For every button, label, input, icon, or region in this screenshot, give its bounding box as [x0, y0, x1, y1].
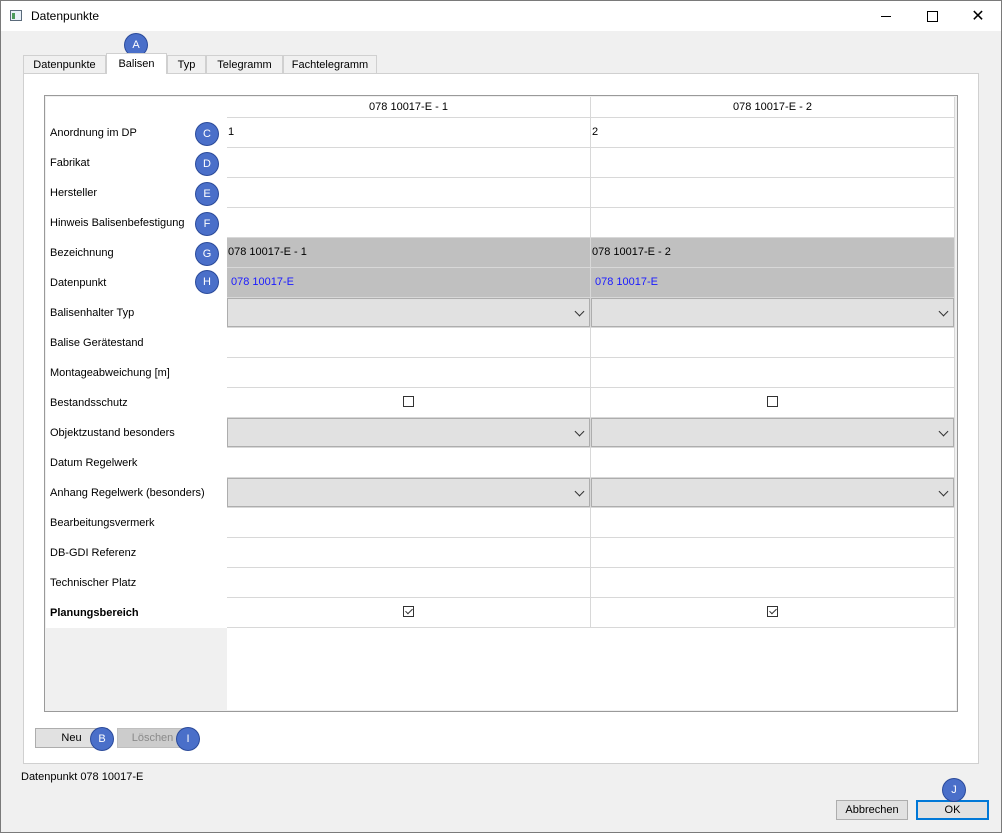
column-header[interactable]: 078 10017-E - 2: [591, 97, 955, 118]
maximize-button[interactable]: [909, 1, 955, 31]
annotation-badge-j: J: [943, 779, 965, 801]
title-bar: Datenpunkte ✕: [1, 1, 1001, 31]
row-header: Balise Gerätestand: [46, 328, 227, 358]
row-header: Bestandsschutz: [46, 388, 227, 418]
checkbox-cell[interactable]: [591, 598, 955, 628]
row-header: Bearbeitungsvermerk: [46, 508, 227, 538]
combo-cell[interactable]: [591, 298, 955, 328]
row-header-filler: [46, 628, 227, 710]
row-header: Planungsbereich: [46, 598, 227, 628]
checkbox-cell[interactable]: [591, 388, 955, 418]
tab-datenpunkte[interactable]: Datenpunkte: [23, 55, 106, 73]
combo-box[interactable]: [591, 418, 954, 447]
combo-box[interactable]: [591, 478, 954, 507]
grid-cell[interactable]: [591, 448, 955, 478]
combo-cell[interactable]: [591, 418, 955, 448]
maximize-icon: [926, 10, 938, 22]
grid-cell[interactable]: 2: [591, 118, 955, 148]
chevron-down-icon: [938, 306, 949, 317]
annotation-badge-b: B: [91, 728, 113, 750]
chevron-down-icon: [574, 426, 585, 437]
tab-typ[interactable]: Typ: [167, 55, 206, 73]
tab-telegramm[interactable]: Telegramm: [206, 55, 283, 73]
combo-cell[interactable]: [227, 418, 591, 448]
row-header: Objektzustand besonders: [46, 418, 227, 448]
annotation-badge-h: H: [196, 271, 218, 293]
close-icon: ✕: [971, 8, 985, 25]
checkbox-checked[interactable]: [402, 606, 414, 617]
grid-cell[interactable]: 1: [227, 118, 591, 148]
grid-cell[interactable]: [591, 568, 955, 598]
grid-corner: [46, 97, 228, 119]
status-text: Datenpunkt 078 10017-E: [21, 771, 144, 783]
row-header: Datum Regelwerk: [46, 448, 227, 478]
tab-fachtelegramm[interactable]: Fachtelegramm: [283, 55, 377, 73]
row-header: Technischer Platz: [46, 568, 227, 598]
combo-box[interactable]: [591, 298, 954, 327]
grid-cell[interactable]: [227, 538, 591, 568]
checkbox-unchecked[interactable]: [766, 396, 778, 407]
row-header: Balisenhalter Typ: [46, 298, 227, 328]
grid-cell[interactable]: [227, 358, 591, 388]
grid-cell[interactable]: [591, 328, 955, 358]
annotation-badge-d: D: [196, 153, 218, 175]
grid-cell[interactable]: [227, 178, 591, 208]
chevron-down-icon: [574, 486, 585, 497]
app-icon: [10, 10, 22, 21]
annotation-badge-e: E: [196, 183, 218, 205]
annotation-badge-c: C: [196, 123, 218, 145]
checkbox-unchecked[interactable]: [402, 396, 414, 407]
grid-cell[interactable]: [591, 148, 955, 178]
grid-cell[interactable]: 078 10017-E - 2: [591, 238, 955, 268]
grid-cell[interactable]: [227, 568, 591, 598]
window-title: Datenpunkte: [31, 9, 100, 23]
close-button[interactable]: ✕: [955, 1, 1001, 31]
row-header: Montageabweichung [m]: [46, 358, 227, 388]
balisen-grid: 078 10017-E - 1 078 10017-E - 2 Anordnun…: [44, 95, 958, 712]
grid-cell[interactable]: [227, 508, 591, 538]
combo-cell[interactable]: [227, 298, 591, 328]
grid-cell[interactable]: [591, 538, 955, 568]
grid-cell[interactable]: [591, 178, 955, 208]
row-header: Anhang Regelwerk (besonders): [46, 478, 227, 508]
grid-cell[interactable]: [591, 208, 955, 238]
minimize-button[interactable]: [863, 1, 909, 31]
grid-cell[interactable]: [227, 148, 591, 178]
combo-box[interactable]: [227, 418, 590, 447]
annotation-badge-i: I: [177, 728, 199, 750]
combo-cell[interactable]: [591, 478, 955, 508]
combo-box[interactable]: [227, 478, 590, 507]
dialog-window: Datenpunkte ✕ Datenpunkte Balisen Typ Te…: [0, 0, 1002, 833]
chevron-down-icon: [574, 306, 585, 317]
annotation-badge-f: F: [196, 213, 218, 235]
abbrechen-button[interactable]: Abbrechen: [836, 800, 908, 820]
column-header[interactable]: 078 10017-E - 1: [227, 97, 591, 118]
row-header: DB-GDI Referenz: [46, 538, 227, 568]
minimize-icon: [881, 15, 891, 17]
checkbox-cell[interactable]: [227, 388, 591, 418]
combo-cell[interactable]: [227, 478, 591, 508]
ok-button[interactable]: OK: [916, 800, 989, 820]
grid-empty-area: [227, 628, 956, 710]
grid-cell[interactable]: [227, 328, 591, 358]
chevron-down-icon: [938, 426, 949, 437]
checkbox-checked[interactable]: [766, 606, 778, 617]
datenpunkt-link[interactable]: 078 10017-E: [591, 268, 955, 298]
combo-box[interactable]: [227, 298, 590, 327]
grid-cell[interactable]: [591, 358, 955, 388]
tab-balisen[interactable]: Balisen: [106, 53, 167, 74]
annotation-badge-g: G: [196, 243, 218, 265]
datenpunkt-link[interactable]: 078 10017-E: [227, 268, 591, 298]
chevron-down-icon: [938, 486, 949, 497]
grid-cell[interactable]: [591, 508, 955, 538]
grid-cell[interactable]: [227, 208, 591, 238]
grid-cell[interactable]: 078 10017-E - 1: [227, 238, 591, 268]
checkbox-cell[interactable]: [227, 598, 591, 628]
grid-cell[interactable]: [227, 448, 591, 478]
